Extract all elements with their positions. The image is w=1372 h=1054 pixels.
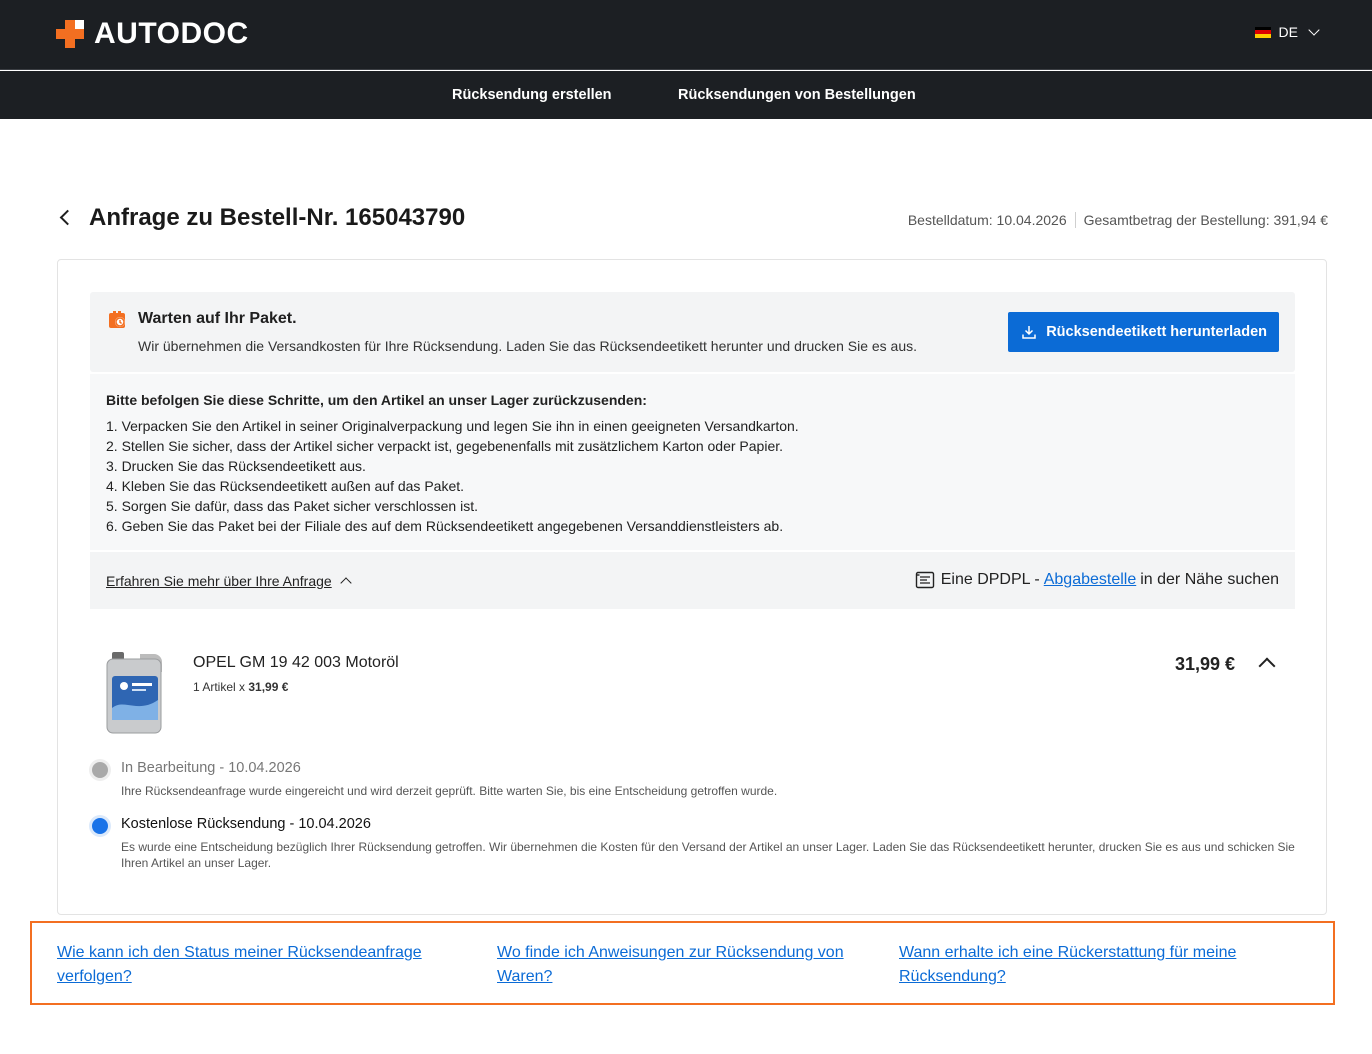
quantity-prefix: 1 Artikel x: [193, 680, 246, 694]
step-item: 3. Drucken Sie das Rücksendeetikett aus.: [106, 458, 366, 474]
download-icon: [1022, 326, 1036, 339]
return-steps: Bitte befolgen Sie diese Schritte, um de…: [90, 374, 1295, 550]
page-title: Anfrage zu Bestell-Nr. 165043790: [89, 204, 466, 231]
request-info-bar: Erfahren Sie mehr über Ihre Anfrage Eine…: [90, 552, 1295, 609]
autodoc-logo[interactable]: AUTODOC: [56, 18, 249, 50]
order-total: Gesamtbetrag der Bestellung: 391,94 €: [1083, 212, 1328, 228]
faq-link-return-instructions[interactable]: Wo finde ich Anweisungen zur Rücksendung…: [497, 941, 877, 989]
meta-divider: [1074, 212, 1076, 228]
download-label-text: Rücksendeetikett herunterladen: [1046, 324, 1267, 340]
step-item: 6. Geben Sie das Paket bei der Filiale d…: [106, 518, 784, 534]
order-date: Bestelldatum: 10.04.2026: [907, 212, 1067, 228]
language-code: DE: [1278, 24, 1298, 40]
product-collapse-icon[interactable]: [1258, 657, 1276, 675]
chevron-up-icon: [340, 577, 352, 589]
timeline-description: Ihre Rücksendeanfrage wurde eingereicht …: [121, 784, 778, 798]
main-nav: Rücksendung erstellen Rücksendungen von …: [0, 71, 1372, 119]
learn-more-toggle[interactable]: Erfahren Sie mehr über Ihre Anfrage: [106, 573, 352, 589]
timeline-title: In Bearbeitung - 10.04.2026: [121, 760, 301, 776]
nav-create-return[interactable]: Rücksendung erstellen: [452, 87, 612, 103]
step-item: 2. Stellen Sie sicher, dass der Artikel …: [106, 438, 784, 454]
logo-plus-icon: [56, 20, 84, 48]
step-item: 4. Kleben Sie das Rücksendeetikett außen…: [106, 478, 465, 494]
title-row: Anfrage zu Bestell-Nr. 165043790 Bestell…: [58, 204, 1328, 234]
steps-title: Bitte befolgen Sie diese Schritte, um de…: [106, 392, 647, 408]
top-header: AUTODOC DE: [0, 0, 1372, 70]
learn-more-label: Erfahren Sie mehr über Ihre Anfrage: [106, 573, 332, 589]
unit-price: 31,99 €: [248, 680, 289, 694]
return-request-card: Warten auf Ihr Paket. Wir übernehmen die…: [57, 259, 1327, 915]
steps-list: 1. Verpacken Sie den Artikel in seiner O…: [106, 416, 799, 536]
product-price: 31,99 €: [1174, 654, 1235, 674]
faq-links: Wie kann ich den Status meiner Rücksende…: [30, 921, 1335, 1005]
chevron-down-icon: [1308, 24, 1320, 36]
back-arrow-icon[interactable]: [59, 209, 76, 226]
faq-link-refund-timing[interactable]: Wann erhalte ich eine Rückerstattung für…: [899, 941, 1279, 989]
timeline-description: Es wurde eine Entscheidung bezüglich Ihr…: [121, 840, 1295, 870]
dropoff-point-link[interactable]: Abgabestelle: [1044, 571, 1137, 589]
dpd-prefix: Eine DPDPL -: [940, 571, 1040, 588]
label-printer-icon: [915, 571, 934, 589]
product-row: OPEL GM 19 42 003 Motoröl 1 Artikel x 31…: [90, 640, 1295, 740]
status-text: Wir übernehmen die Versandkosten für Ihr…: [138, 338, 918, 354]
faq-link-track-status[interactable]: Wie kann ich den Status meiner Rücksende…: [57, 941, 457, 989]
package-clock-icon: [109, 311, 125, 328]
status-dot-icon: [92, 818, 108, 834]
dpd-suffix: in der Nähe suchen: [1140, 571, 1279, 588]
product-name: OPEL GM 19 42 003 Motoröl: [193, 654, 399, 671]
product-quantity: 1 Artikel x 31,99 €: [193, 680, 288, 694]
logo-text: AUTODOC: [94, 17, 249, 50]
german-flag-icon: [1254, 26, 1271, 38]
nav-order-returns[interactable]: Rücksendungen von Bestellungen: [678, 87, 916, 103]
status-dot-icon: [92, 762, 108, 778]
timeline-title: Kostenlose Rücksendung - 10.04.2026: [121, 816, 371, 832]
step-item: 1. Verpacken Sie den Artikel in seiner O…: [106, 418, 799, 434]
order-meta: Bestelldatum: 10.04.2026 Gesamtbetrag de…: [908, 212, 1328, 228]
dropoff-finder: Eine DPDPL - Abgabestelle in der Nähe su…: [915, 571, 1279, 589]
status-banner: Warten auf Ihr Paket. Wir übernehmen die…: [90, 292, 1295, 372]
language-selector[interactable]: DE: [1254, 24, 1320, 40]
download-label-button[interactable]: Rücksendeetikett herunterladen: [1008, 312, 1279, 352]
motor-oil-can-image: [106, 652, 162, 734]
status-title: Warten auf Ihr Paket.: [138, 310, 297, 327]
step-item: 5. Sorgen Sie dafür, dass das Paket sich…: [106, 498, 478, 514]
